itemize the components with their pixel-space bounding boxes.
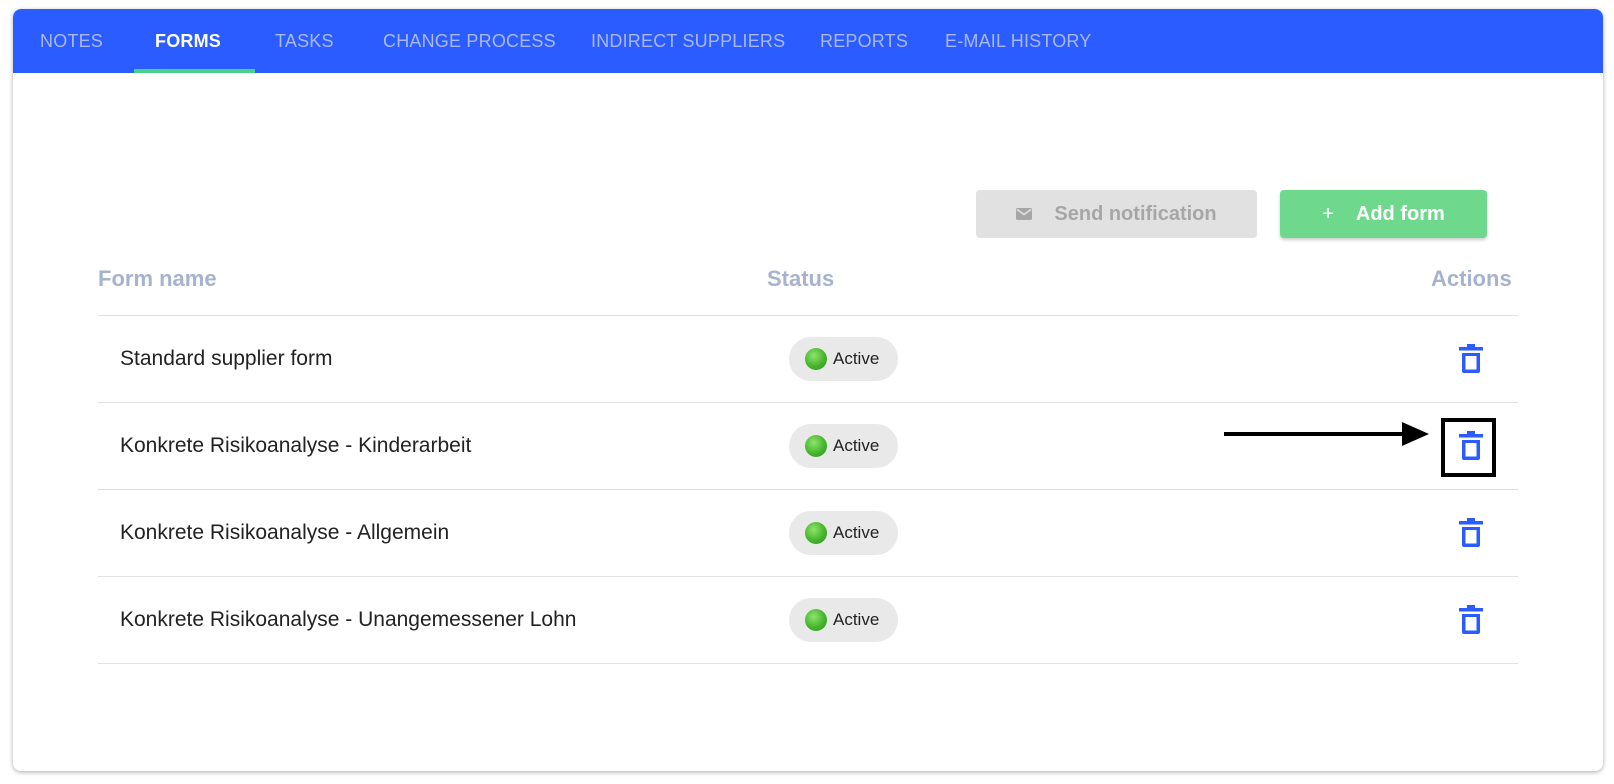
status-label: Active: [833, 349, 880, 368]
tab-email-history[interactable]: E-MAIL HISTORY: [945, 9, 1092, 73]
tab-notes[interactable]: NOTES: [40, 9, 103, 73]
table-row: Konkrete Risikoanalyse - Kinderarbeit Ac…: [98, 403, 1518, 489]
tab-tasks[interactable]: TASKS: [275, 9, 334, 73]
status-badge: Active: [789, 337, 898, 381]
send-notification-label: Send notification: [1054, 202, 1217, 225]
status-label: Active: [833, 523, 880, 542]
delete-icon[interactable]: [1457, 344, 1485, 374]
tab-indirect-suppliers[interactable]: INDIRECT SUPPLIERS: [591, 9, 785, 73]
status-dot-icon: [805, 522, 827, 544]
form-name-cell: Konkrete Risikoanalyse - Unangemessener …: [120, 608, 577, 631]
status-badge: Active: [789, 598, 898, 642]
tab-change-process[interactable]: CHANGE PROCESS: [383, 9, 556, 73]
form-name-cell: Standard supplier form: [120, 347, 333, 370]
form-name-cell: Konkrete Risikoanalyse - Allgemein: [120, 521, 450, 544]
column-header-form-name: Form name: [98, 266, 217, 291]
delete-icon[interactable]: [1457, 518, 1485, 548]
table-row: Konkrete Risikoanalyse - Unangemessener …: [98, 577, 1518, 663]
form-name-cell: Konkrete Risikoanalyse - Kinderarbeit: [120, 434, 472, 457]
send-notification-button[interactable]: Send notification: [976, 190, 1257, 238]
status-badge: Active: [789, 511, 898, 555]
table-row: Standard supplier form Active: [98, 316, 1518, 402]
plus-icon: +: [1322, 202, 1334, 225]
delete-icon[interactable]: [1457, 605, 1485, 635]
column-header-actions: Actions: [1431, 266, 1512, 291]
status-dot-icon: [805, 348, 827, 370]
pointer-arrow: [1224, 422, 1429, 446]
tab-reports[interactable]: REPORTS: [820, 9, 908, 73]
status-label: Active: [833, 610, 880, 629]
status-dot-icon: [805, 435, 827, 457]
table-divider: [98, 663, 1518, 664]
tab-bar: NOTES FORMS TASKS CHANGE PROCESS INDIREC…: [13, 9, 1603, 73]
add-form-label: Add form: [1355, 202, 1445, 225]
highlight-box: [1441, 418, 1496, 477]
add-form-button[interactable]: + Add form: [1280, 190, 1487, 238]
status-label: Active: [833, 436, 880, 455]
envelope-icon: [1016, 208, 1033, 220]
active-tab-indicator: [134, 69, 255, 73]
column-header-status: Status: [767, 266, 835, 291]
tab-forms[interactable]: FORMS: [155, 9, 221, 73]
table-row: Konkrete Risikoanalyse - Allgemein Activ…: [98, 490, 1518, 576]
status-badge: Active: [789, 424, 898, 468]
status-dot-icon: [805, 609, 827, 631]
